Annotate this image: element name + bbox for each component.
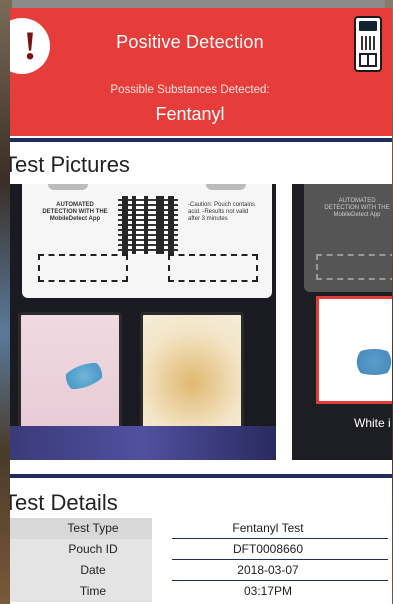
alert-icon: ! [10, 18, 50, 74]
table-row: Pouch ID DFT0008660 [10, 539, 392, 560]
page-title: Positive Detection [116, 32, 264, 52]
table-row: Test Type Fentanyl Test [10, 518, 392, 539]
detail-label: Test Type [10, 518, 152, 539]
detail-value: DFT0008660 [232, 542, 304, 556]
detail-label: Time [10, 581, 152, 602]
table-row: Date 2018-03-07 [10, 560, 392, 581]
test-pictures-carousel[interactable]: AUTOMATED DETECTION WITH THE MobileDetec… [10, 184, 392, 460]
test-well-left [18, 312, 122, 430]
divider [10, 138, 392, 142]
detail-label: Pouch ID [10, 539, 152, 560]
glove [10, 426, 276, 460]
table-row: Time 03:17PM [10, 581, 392, 602]
test-kit-icon[interactable] [354, 16, 382, 72]
qr-code [118, 196, 178, 254]
card-text: AUTOMATED DETECTION WITH THE MobileDetec… [324, 198, 390, 218]
test-picture[interactable]: AUTOMATED DETECTION WITH THE MobileDetec… [10, 184, 276, 460]
test-picture[interactable]: AUTOMATED DETECTION WITH THE MobileDetec… [292, 184, 392, 460]
card-left-text: AUTOMATED DETECTION WITH THE MobileDetec… [42, 202, 108, 222]
pictures-section-title: Test Pictures [10, 152, 130, 177]
detected-substance: Fentanyl [155, 104, 225, 124]
substances-label: Possible Substances Detected: [110, 84, 270, 96]
detail-label: Date [10, 560, 152, 581]
app-screen: ! Positive Detection Possible Substances… [10, 8, 392, 604]
test-details-table: Test Type Fentanyl Test Pouch ID DFT0008… [10, 518, 392, 602]
highlighted-panel [316, 296, 392, 404]
detail-value: 2018-03-07 [237, 563, 299, 577]
card-right-text: -Caution: Pouch contains acid. -Results … [188, 202, 256, 222]
picture-caption: White i [354, 416, 391, 430]
detection-header: ! Positive Detection Possible Substances… [10, 8, 392, 136]
photo-background-top [0, 0, 393, 8]
details-section-title: Test Details [10, 490, 118, 515]
detail-value: 03:17PM [243, 584, 293, 598]
detail-value: Fentanyl Test [232, 521, 304, 535]
divider [10, 474, 392, 478]
test-well-right [140, 312, 244, 430]
pouch-card: AUTOMATED DETECTION WITH THE MobileDetec… [22, 184, 272, 298]
